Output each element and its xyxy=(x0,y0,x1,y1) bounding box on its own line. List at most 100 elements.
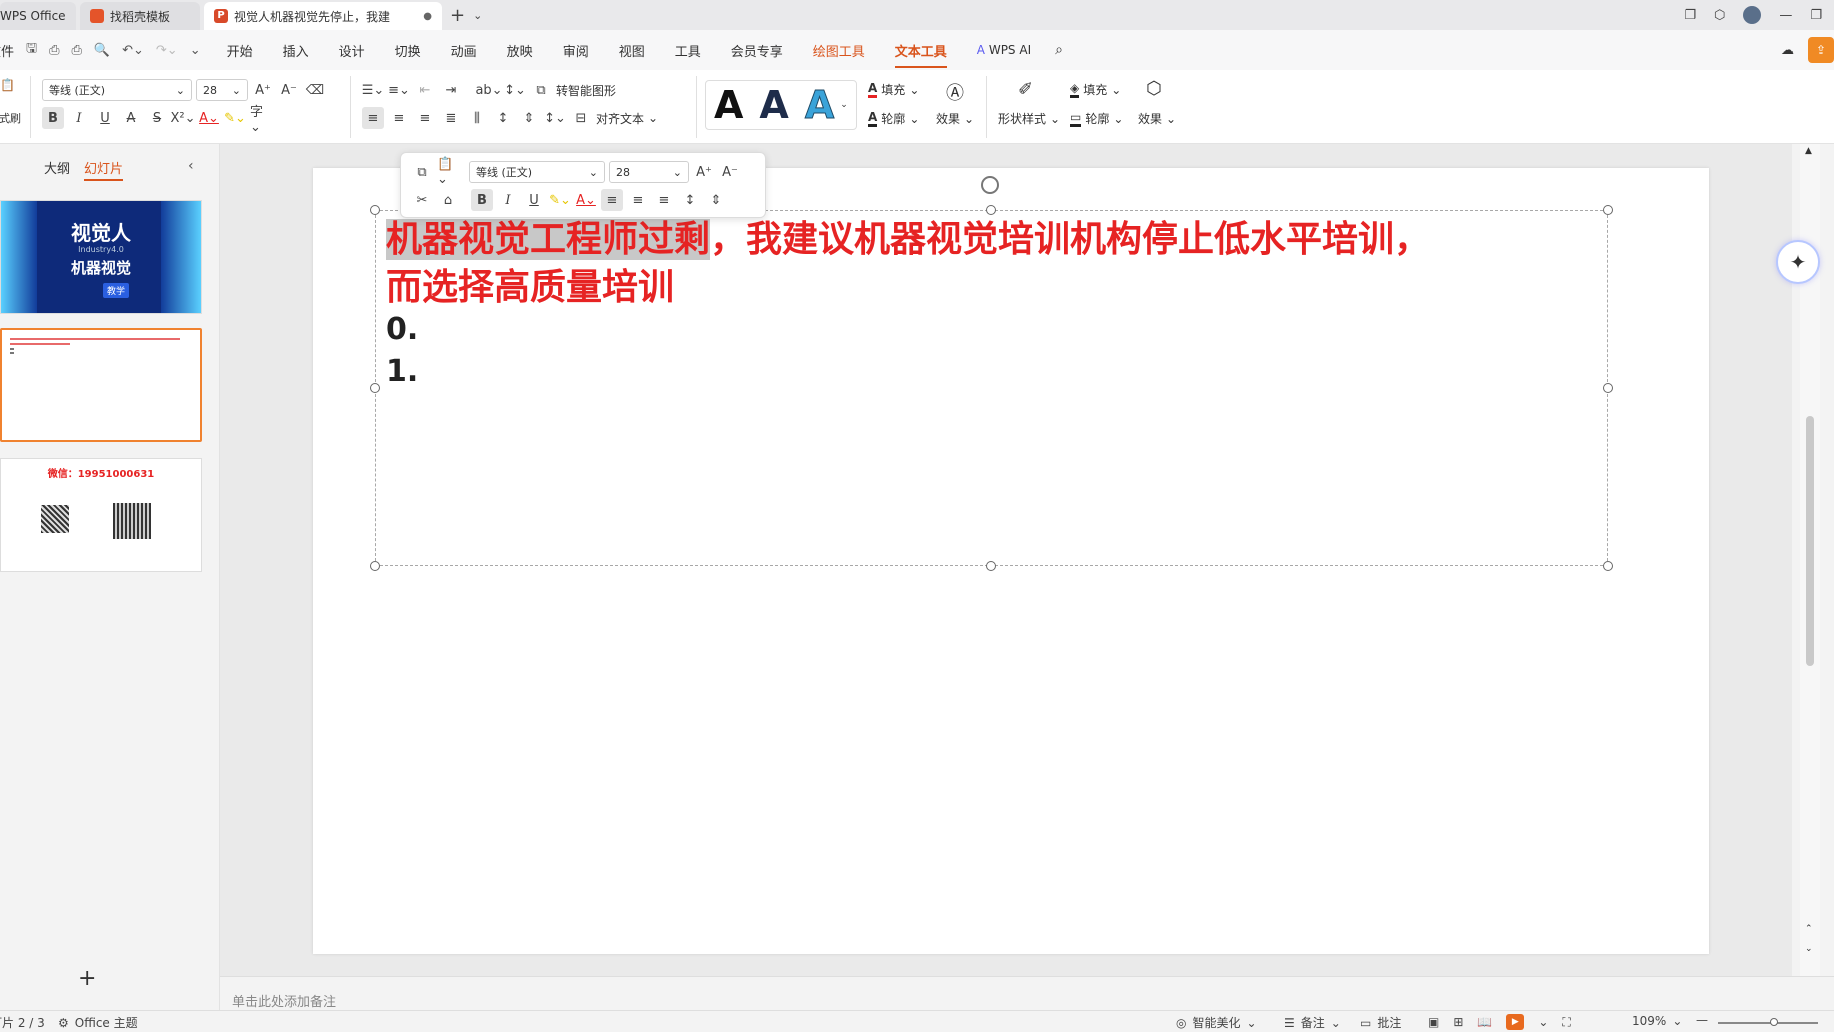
smart-beautify-button[interactable]: ◎ 智能美化 ⌄ xyxy=(1176,1014,1257,1031)
line-spacing-icon[interactable]: ↕ xyxy=(679,189,701,211)
text-effect-icon[interactable]: Ⓐ xyxy=(946,79,964,105)
menu-drawing-tools[interactable]: 绘图工具 xyxy=(807,37,871,64)
zoom-out-icon[interactable]: — xyxy=(1696,1013,1708,1027)
shape-outline-label[interactable]: 轮廓 xyxy=(1085,110,1109,127)
menu-member[interactable]: 会员专享 xyxy=(725,37,789,64)
align-left-icon[interactable]: ≡ xyxy=(601,189,623,211)
mini-font-name-dropdown[interactable]: 等线 (正文) ⌄ xyxy=(469,161,605,183)
undo-icon[interactable]: ↶⌄ xyxy=(122,43,144,58)
text-style-blue[interactable]: A xyxy=(804,85,834,126)
menu-view[interactable]: 视图 xyxy=(613,37,651,64)
slide-sorter-icon[interactable]: ⊞ xyxy=(1453,1015,1463,1029)
menu-transition[interactable]: 切换 xyxy=(389,37,427,64)
print-icon[interactable]: ⎙ xyxy=(72,43,82,58)
add-slide-button[interactable]: + xyxy=(78,966,96,991)
strikethrough-icon[interactable]: A xyxy=(120,107,142,129)
superscript-icon[interactable]: X²⌄ xyxy=(171,107,196,129)
menu-slideshow[interactable]: 放映 xyxy=(501,37,539,64)
new-tab-button[interactable]: + xyxy=(446,2,469,30)
numbered-list-icon[interactable]: ≡⌄ xyxy=(388,79,410,101)
text-fill-label[interactable]: 填充 xyxy=(881,81,905,98)
menu-review[interactable]: 审阅 xyxy=(557,37,595,64)
play-slideshow-button[interactable]: ▶ xyxy=(1506,1014,1525,1030)
zoom-level[interactable]: 109% ⌄ xyxy=(1632,1014,1682,1028)
reading-view-icon[interactable]: 📖 xyxy=(1477,1015,1492,1029)
menu-insert[interactable]: 插入 xyxy=(277,37,315,64)
cut-icon[interactable]: ✂ xyxy=(411,189,433,211)
redo-icon[interactable]: ↷⌄ xyxy=(156,43,178,58)
tab-document[interactable]: P 视觉人机器视觉先停止，我建 ● xyxy=(204,2,442,30)
export-icon[interactable]: ⎙ xyxy=(49,43,59,58)
copy-icon[interactable]: ⧉ xyxy=(411,161,433,183)
font-name-dropdown[interactable]: 等线 (正文) ⌄ xyxy=(42,79,192,101)
font-color-icon[interactable]: A⌄ xyxy=(575,189,597,211)
distribute-icon[interactable]: ⫼ xyxy=(466,107,488,129)
gallery-more-icon[interactable]: ⌄ xyxy=(840,100,848,110)
paste-icon[interactable]: 📋⌄ xyxy=(437,157,459,187)
resize-handle[interactable] xyxy=(1603,383,1613,393)
scroll-thumb[interactable] xyxy=(1806,416,1814,666)
notes-pane[interactable]: 单击此处添加备注 xyxy=(220,976,1834,1010)
tab-slides[interactable]: 幻灯片 xyxy=(84,158,124,181)
clear-format-icon[interactable]: ⌫ xyxy=(304,79,326,101)
maximize-icon[interactable]: ❐ xyxy=(1810,8,1822,23)
paste-icon[interactable]: 📋 xyxy=(0,78,15,92)
more-chevron-icon[interactable]: ⌄ xyxy=(190,43,201,58)
comments-toggle[interactable]: ▭ 批注 xyxy=(1360,1014,1401,1031)
italic-icon[interactable]: I xyxy=(497,189,519,211)
menu-home[interactable]: 开始 xyxy=(221,37,259,64)
menu-text-tools[interactable]: 文本工具 xyxy=(889,37,953,68)
list-item-0[interactable]: 0. xyxy=(386,312,418,347)
slide-thumbnail-3[interactable]: 微信：19951000631 xyxy=(0,458,202,572)
resize-handle[interactable] xyxy=(370,561,380,571)
shape-fill-label[interactable]: 填充 xyxy=(1083,81,1107,98)
italic-icon[interactable]: I xyxy=(68,107,90,129)
zoom-thumb[interactable] xyxy=(1770,1018,1778,1026)
print-preview-icon[interactable]: 🔍 xyxy=(94,43,110,58)
spacing-dropdown-icon[interactable]: ↕⌄ xyxy=(544,107,566,129)
bullet-list-icon[interactable]: ☰⌄ xyxy=(362,79,385,101)
text-style-navy[interactable]: A xyxy=(759,85,788,125)
scroll-up-icon[interactable]: ▲ xyxy=(1805,146,1812,156)
rotate-handle-icon[interactable] xyxy=(981,176,999,194)
align-right-icon[interactable]: ≡ xyxy=(414,107,436,129)
normal-view-icon[interactable]: ▣ xyxy=(1428,1015,1439,1029)
slide-thumbnail-1[interactable]: 视觉人 Industry4.0 机器视觉 教学 xyxy=(0,200,202,314)
search-icon[interactable]: ⌕ xyxy=(1055,42,1063,58)
align-text-icon[interactable]: ⊟ xyxy=(570,107,592,129)
notes-toggle[interactable]: ☰ 备注 ⌄ xyxy=(1284,1014,1341,1031)
chevron-down-icon[interactable]: ⌄ xyxy=(1538,1015,1548,1029)
text-outline-label[interactable]: 轮廓 xyxy=(881,110,905,127)
smart-shape-icon[interactable]: ⧉ xyxy=(530,79,552,101)
list-item-1[interactable]: 1. xyxy=(386,354,418,389)
resize-handle[interactable] xyxy=(370,205,380,215)
tab-list-chevron-icon[interactable]: ⌄ xyxy=(469,2,486,30)
tab-outline[interactable]: 大纲 xyxy=(44,158,70,181)
phonetic-icon[interactable]: 字⌄ xyxy=(250,105,272,135)
text-direction-icon[interactable]: ab⌄ xyxy=(475,79,502,101)
align-center-icon[interactable]: ≡ xyxy=(627,189,649,211)
format-painter-label[interactable]: 格式刷 xyxy=(0,110,21,126)
justify-icon[interactable]: ≣ xyxy=(440,107,462,129)
minimize-icon[interactable]: — xyxy=(1779,8,1792,23)
mini-font-size-dropdown[interactable]: 28 ⌄ xyxy=(609,161,689,183)
restore-view-icon[interactable]: ❐ xyxy=(1684,8,1696,23)
paragraph-spacing-icon[interactable]: ⇕ xyxy=(518,107,540,129)
highlight-icon[interactable]: ✎⌄ xyxy=(549,189,571,211)
menu-tools[interactable]: 工具 xyxy=(669,37,707,64)
decrease-indent-icon[interactable]: ⇤ xyxy=(414,79,436,101)
sort-icon[interactable]: ↕⌄ xyxy=(504,79,526,101)
underline-icon[interactable]: U xyxy=(94,107,116,129)
bold-icon[interactable]: B xyxy=(471,189,493,211)
underline-icon[interactable]: U xyxy=(523,189,545,211)
align-text-label[interactable]: 对齐文本 xyxy=(596,110,644,127)
zoom-track[interactable] xyxy=(1718,1018,1818,1026)
decrease-font-icon[interactable]: A⁻ xyxy=(278,79,300,101)
resize-handle[interactable] xyxy=(1603,561,1613,571)
tab-dot-icon[interactable]: ● xyxy=(423,11,432,22)
cube-icon[interactable]: ⬡ xyxy=(1714,8,1725,23)
strike-s-icon[interactable]: S xyxy=(146,107,168,129)
paragraph-spacing-icon[interactable]: ⇕ xyxy=(705,189,727,211)
cloud-icon[interactable]: ☁ xyxy=(1781,43,1794,58)
collapse-panel-icon[interactable]: ‹ xyxy=(188,158,194,174)
